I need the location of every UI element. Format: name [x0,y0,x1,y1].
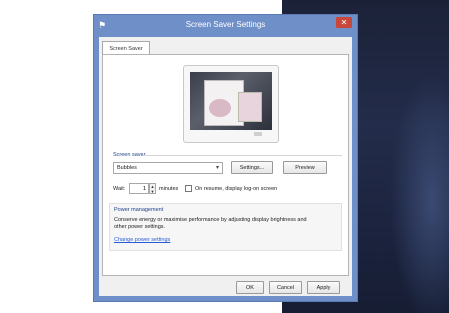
preview-side-panel [238,92,262,122]
tab-screen-saver[interactable]: Screen Saver [102,41,150,55]
power-management-description: Conserve energy or maximise performance … [114,217,307,230]
power-management-title: Power management [114,207,164,213]
wait-label: Wait: [113,186,126,192]
apply-button[interactable]: Apply [307,281,340,294]
minutes-label: minutes [159,186,179,192]
screen-saver-select[interactable]: Bubbles ▾ [113,162,223,174]
page-background [0,0,93,313]
title-bar[interactable]: ⚑ Screen Saver Settings ✕ [94,15,357,37]
dialog-client-area: Screen Saver Screen saver Bubbles ▾ Sett… [99,37,352,296]
on-resume-label[interactable]: On resume, display log-on screen [195,186,277,192]
screen-saver-tab-panel: Screen saver Bubbles ▾ Settings... Previ… [102,54,349,276]
power-management-group: Power management Conserve energy or maxi… [109,203,342,251]
settings-button[interactable]: Settings... [231,161,273,174]
close-button[interactable]: ✕ [336,17,352,28]
cancel-button[interactable]: Cancel [269,281,302,294]
chevron-down-icon: ▾ [215,165,219,171]
preview-button[interactable]: Preview [283,161,327,174]
close-icon: ✕ [340,18,348,27]
group-divider [143,155,342,156]
preview-graphic [209,99,231,117]
screen-saver-group-label: Screen saver [113,152,146,158]
preview-screen [190,72,272,130]
wait-minutes-input[interactable]: 1 [129,183,149,194]
monitor-preview [183,65,279,143]
screen-saver-settings-dialog: ⚑ Screen Saver Settings ✕ Screen Saver S… [93,14,358,302]
spin-down-icon[interactable]: ▼ [150,189,155,194]
selected-screen-saver: Bubbles [117,165,137,171]
change-power-settings-link[interactable]: Change power settings [114,237,170,243]
ok-button[interactable]: OK [236,281,264,294]
on-resume-checkbox[interactable] [185,185,192,192]
monitor-stand [254,132,262,136]
window-title: Screen Saver Settings [185,20,266,29]
wait-spinner[interactable]: ▲ ▼ [149,183,156,194]
